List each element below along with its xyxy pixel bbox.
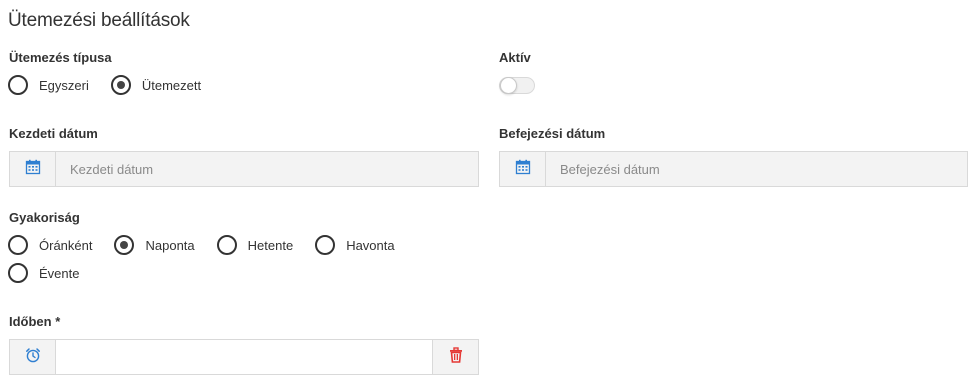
start-date-calendar-button[interactable]: [10, 152, 56, 186]
radio-once-label: Egyszeri: [39, 77, 89, 93]
end-date-field: [499, 151, 968, 187]
time-field: [9, 339, 479, 375]
trash-icon: [448, 346, 464, 368]
calendar-icon: [25, 159, 41, 180]
radio-hourly-label: Óránként: [39, 237, 93, 253]
radio-yearly[interactable]: Évente: [8, 263, 79, 283]
radio-monthly-label: Havonta: [346, 237, 395, 253]
time-input[interactable]: [56, 340, 432, 374]
active-label: Aktív: [499, 50, 531, 65]
frequency-radio-group-row1: Óránként Naponta Hetente Havonta: [8, 235, 417, 255]
radio-once-circle[interactable]: [8, 75, 28, 95]
alarm-clock-icon: [25, 347, 41, 368]
schedule-type-radio-group: Egyszeri Ütemezett: [8, 75, 223, 95]
radio-hourly[interactable]: Óránként: [8, 235, 92, 255]
radio-weekly-label: Hetente: [247, 237, 294, 253]
radio-daily-circle[interactable]: [114, 235, 135, 255]
schedule-type-label: Ütemezés típusa: [9, 50, 112, 65]
start-date-input[interactable]: [56, 152, 478, 186]
radio-scheduled[interactable]: Ütemezett: [110, 75, 202, 95]
radio-monthly-circle[interactable]: [315, 235, 336, 255]
radio-scheduled-circle[interactable]: [110, 75, 131, 95]
radio-monthly[interactable]: Havonta: [315, 235, 395, 255]
calendar-icon: [515, 159, 531, 180]
radio-weekly[interactable]: Hetente: [216, 235, 294, 255]
active-toggle[interactable]: [499, 77, 535, 94]
radio-daily[interactable]: Naponta: [114, 235, 195, 255]
radio-once[interactable]: Egyszeri: [8, 75, 89, 95]
start-date-label: Kezdeti dátum: [9, 126, 98, 141]
page-title: Ütemezési beállítások: [8, 10, 190, 31]
time-label: Időben *: [9, 314, 61, 329]
frequency-radio-group-row2: Évente: [8, 263, 101, 283]
radio-weekly-circle[interactable]: [216, 235, 237, 255]
radio-hourly-circle[interactable]: [8, 235, 28, 255]
radio-yearly-label: Évente: [39, 265, 80, 281]
toggle-knob: [500, 77, 517, 94]
radio-scheduled-label: Ütemezett: [141, 77, 202, 93]
end-date-calendar-button[interactable]: [500, 152, 546, 186]
frequency-label: Gyakoriság: [9, 210, 80, 225]
delete-time-button[interactable]: [432, 340, 478, 374]
radio-daily-label: Naponta: [145, 237, 195, 253]
start-date-field: [9, 151, 479, 187]
time-picker-button[interactable]: [10, 340, 56, 374]
end-date-input[interactable]: [546, 152, 967, 186]
end-date-label: Befejezési dátum: [499, 126, 606, 141]
radio-yearly-circle[interactable]: [8, 263, 28, 283]
